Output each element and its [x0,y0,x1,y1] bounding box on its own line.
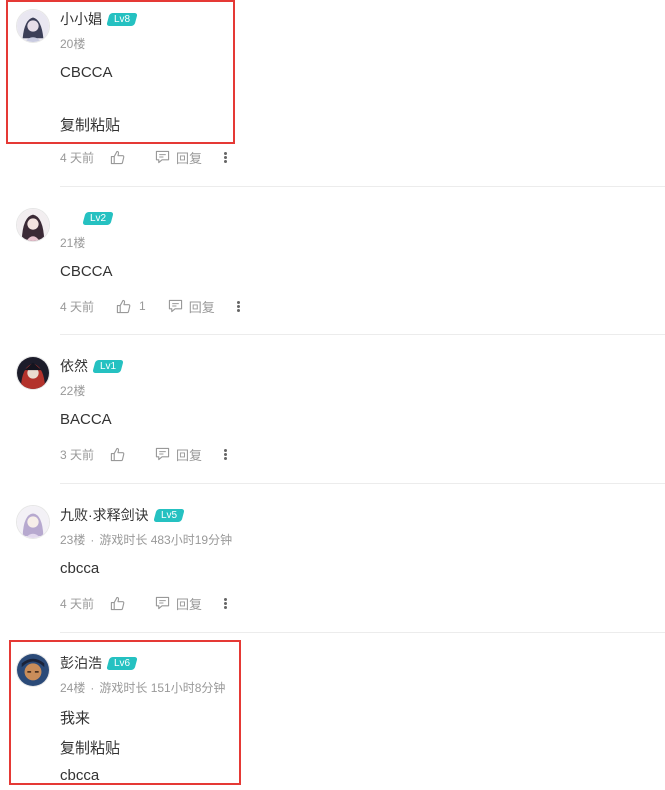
comment-text: CBCCA [60,64,113,81]
floor-number: 20楼 [60,37,86,51]
more-options-icon[interactable] [236,300,241,312]
username[interactable]: 彭泊浩 [60,653,102,673]
post-time: 4 天前 [60,150,95,165]
comment-icon [155,596,170,610]
post-time: 4 天前 [60,596,95,611]
thumbs-up-icon [110,447,125,461]
reply-button[interactable]: 回复 [168,297,215,316]
avatar-image [17,10,49,42]
avatar[interactable] [16,653,50,687]
username[interactable]: 九败·求释剑诀 [60,505,149,525]
comment-actions: 4 天前 1 回复 [60,297,241,316]
level-badge: Lv1 [92,359,124,373]
comment-text: 我来 [60,710,91,727]
avatar[interactable] [16,208,50,242]
reply-button[interactable]: 回复 [155,445,202,464]
like-count: 1 [139,299,146,313]
level-badge: Lv5 [152,508,185,522]
thumbs-up-icon [116,299,131,313]
comment-text: CBCCA [60,263,113,280]
comment-text: cbcca [60,767,100,784]
comment-actions: 4 天前 回复 [60,148,228,167]
level-badge: Lv6 [106,656,138,670]
like-button[interactable] [110,596,133,611]
comment-item: 九败·求释剑诀 Lv5 23楼 · 游戏时长 483小时19分钟 cbcca 4 天… [0,505,665,631]
reply-button[interactable]: 回复 [155,594,202,613]
floor-number: 22楼 [60,384,86,398]
comment-text: 复制粘贴 [60,117,121,134]
avatar[interactable] [16,505,50,539]
comment-text: cbcca [60,560,100,577]
divider [60,334,665,335]
divider [60,632,665,633]
comment-item: 彭泊浩 Lv6 24楼 · 游戏时长 151小时8分钟 我来 复制粘贴 cbcca [0,653,665,790]
floor-number: 24楼 [60,681,86,695]
comment-icon [155,447,170,461]
like-button[interactable] [110,447,133,462]
post-time: 3 天前 [60,447,95,462]
comment-item: 依然 Lv1 22楼 BACCA 3 天前 回复 [0,356,665,482]
playtime: 游戏时长 151小时8分钟 [99,681,226,695]
thumbs-up-icon [110,150,125,164]
comment-item: Lv2 21楼 CBCCA 4 天前 1 回复 [0,208,665,334]
reply-button[interactable]: 回复 [155,148,202,167]
playtime: 游戏时长 483小时19分钟 [99,533,233,547]
like-button[interactable]: 1 [116,299,146,314]
comment-meta: 23楼 · 游戏时长 483小时19分钟 [60,533,233,547]
divider [60,483,665,484]
more-options-icon[interactable] [224,597,228,609]
level-badge: Lv8 [106,12,138,26]
floor-number: 23楼 [60,533,86,547]
comment-meta: 24楼 · 游戏时长 151小时8分钟 [60,681,226,695]
comment-meta: 22楼 [60,382,85,399]
level-badge: Lv2 [82,211,114,225]
thumbs-up-icon [110,596,125,610]
post-time: 4 天前 [60,299,95,314]
username[interactable]: 依然 [60,356,88,376]
comment-meta: 20楼 [60,35,85,52]
divider [60,186,665,187]
avatar-image [17,654,49,686]
avatar-image [17,357,49,389]
avatar-image [17,209,49,241]
comment-item: 小小娼 Lv8 20楼 CBCCA 复制粘贴 4 天前 回复 [0,0,665,186]
username[interactable]: 小小娼 [60,9,102,29]
more-options-icon[interactable] [224,448,228,460]
comment-icon [168,299,182,313]
comment-meta: 21楼 [60,234,85,251]
avatar[interactable] [16,9,50,43]
avatar[interactable] [16,356,50,390]
comment-text: BACCA [60,411,112,428]
comment-actions: 3 天前 回复 [60,445,228,464]
comment-actions: 4 天前 回复 [60,594,228,613]
like-button[interactable] [110,150,133,165]
floor-number: 21楼 [60,236,86,250]
comment-icon [155,150,170,164]
comment-text: 复制粘贴 [60,740,121,757]
more-options-icon[interactable] [224,151,228,163]
avatar-image [17,506,49,538]
